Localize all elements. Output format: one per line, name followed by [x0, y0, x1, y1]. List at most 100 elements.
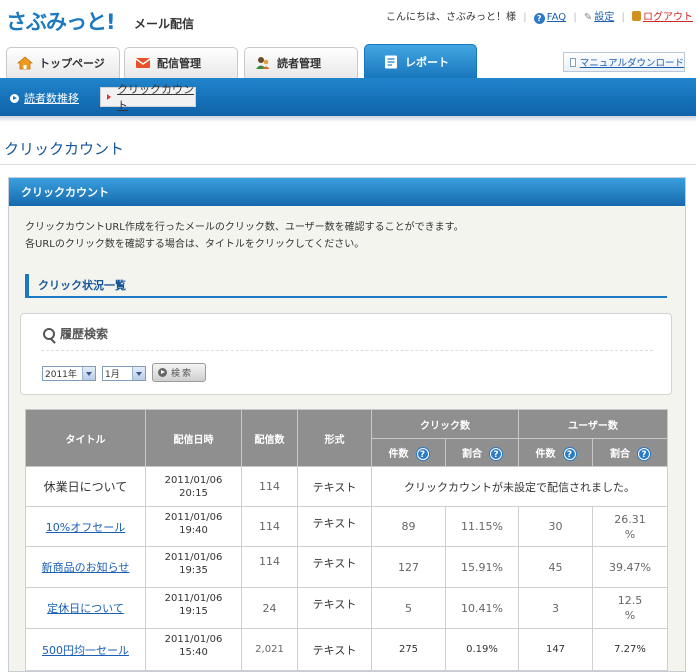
row-format: テキスト	[297, 506, 372, 547]
document-icon	[570, 57, 576, 67]
play-icon	[158, 368, 167, 377]
title-link[interactable]: 500円均一セール	[42, 644, 129, 657]
title-link[interactable]: 定休日について	[47, 602, 124, 615]
date-text: 2011/01/06	[164, 593, 223, 604]
search-button-label: 検索	[171, 369, 194, 379]
date-text: 2011/01/06	[164, 474, 223, 486]
row-count: 2,021	[241, 628, 298, 671]
row-date: 2011/01/06 19:35	[145, 546, 242, 588]
chevron-down-icon	[132, 367, 145, 380]
home-icon	[17, 56, 33, 70]
row-users: 3	[518, 587, 593, 629]
row-title: 10%オフセール	[25, 506, 146, 547]
month-value: 1月	[105, 370, 120, 380]
row-click-ratio: 15.91%	[445, 546, 519, 588]
row-count: 114	[241, 506, 298, 547]
time-text: 20:15	[179, 487, 208, 499]
table-row: 休業日について 2011/01/06 20:15 114 テキスト クリックカウン…	[25, 466, 668, 507]
help-icon[interactable]: ?	[416, 448, 429, 460]
wrench-icon: ✎	[583, 12, 593, 23]
help-icon[interactable]: ?	[563, 448, 576, 460]
header-label: 割合	[462, 449, 482, 460]
row-user-ratio: 26.31 %	[592, 506, 668, 547]
header-label: 件数	[388, 449, 409, 460]
row-count: 24	[241, 587, 298, 629]
col-header-click-ratio: 割合?	[445, 438, 519, 467]
col-header-title: タイトル	[25, 409, 146, 467]
history-search-box: 履歴検索 2011年 1月 検索	[20, 313, 672, 395]
search-button[interactable]: 検索	[152, 363, 206, 382]
tab-delivery[interactable]: 配信管理	[124, 47, 238, 78]
col-header-date: 配信日時	[145, 409, 242, 467]
row-format: テキスト	[297, 466, 372, 507]
row-date: 2011/01/06 20:15	[145, 466, 242, 507]
row-user-ratio: 39.47%	[592, 546, 668, 588]
settings-link[interactable]: 設定	[594, 12, 614, 23]
date-text: 2011/01/06	[164, 634, 223, 645]
title-link[interactable]: 10%オフセール	[46, 521, 125, 534]
logo[interactable]: さぶみっと!	[6, 6, 116, 36]
row-user-ratio: 7.27%	[592, 628, 668, 671]
time-text: 19:15	[179, 606, 208, 617]
page-title: クリックカウント	[4, 140, 125, 158]
arrow-right-icon	[107, 94, 111, 100]
main-tabs: トップページ 配信管理 読者管理 レポート マニュアルダウンロード	[0, 44, 696, 78]
row-title: 休業日について	[25, 466, 146, 507]
manual-download-label: マニュアルダウンロード	[579, 58, 684, 69]
logout-link[interactable]: ログアウト	[643, 12, 693, 23]
row-format: テキスト	[297, 587, 372, 629]
tab-label: 配信管理	[157, 57, 201, 70]
title-link[interactable]: 新商品のお知らせ	[42, 561, 130, 574]
click-report-table: タイトル 配信日時 配信数 形式 クリック数 ユーザー数 件数? 割合? 件数?…	[25, 409, 668, 671]
row-title: 500円均一セール	[25, 628, 146, 671]
col-header-clicks: クリック数	[371, 409, 519, 439]
subnav-label: 読者数推移	[24, 92, 79, 105]
row-click-ratio: 10.41%	[445, 587, 519, 629]
click-count-panel: クリックカウント クリックカウントURL作成を行ったメールのクリック数、ユーザー…	[8, 177, 686, 672]
row-clicks: 5	[371, 587, 446, 629]
tab-readers[interactable]: 読者管理	[244, 47, 358, 78]
section-title: クリック状況一覧	[25, 274, 667, 298]
help-icon: ?	[533, 13, 545, 24]
search-icon	[43, 327, 55, 340]
faq-link[interactable]: FAQ	[547, 12, 566, 23]
tab-label: レポート	[405, 55, 449, 69]
col-header-count: 配信数	[241, 409, 298, 467]
tab-top-page[interactable]: トップページ	[6, 47, 120, 78]
time-text: 15:40	[179, 647, 208, 658]
row-format: テキスト	[297, 546, 372, 588]
help-icon[interactable]: ?	[490, 448, 502, 460]
subnav-item-click-count[interactable]: クリックカウント	[100, 83, 196, 112]
subnav-shadow	[0, 116, 696, 122]
help-icon[interactable]: ?	[638, 448, 650, 460]
separator: |	[523, 12, 527, 23]
readers-icon	[256, 57, 270, 69]
row-click-ratio: 11.15%	[445, 506, 519, 547]
search-title-label: 履歴検索	[60, 327, 109, 341]
table-row: 定休日について 2011/01/06 19:15 24 テキスト 5 10.41%…	[25, 587, 668, 629]
time-text: 19:40	[179, 525, 208, 536]
row-title: 定休日について	[25, 587, 146, 629]
subnav-item-reader-trend[interactable]: 読者数推移	[10, 90, 79, 106]
manual-download-button[interactable]: マニュアルダウンロード	[563, 52, 685, 72]
row-count: 114	[241, 466, 298, 507]
month-select[interactable]: 1月	[102, 366, 146, 381]
row-clicks: 127	[371, 546, 446, 588]
description-line: 各URLのクリック数を確認する場合は、タイトルをクリックしてください。	[25, 239, 365, 250]
row-users: 147	[518, 628, 593, 671]
table-row: 500円均一セール 2011/01/06 15:40 2,021 テキスト 275…	[25, 628, 668, 671]
col-header-format: 形式	[297, 409, 372, 467]
row-clicks: 275	[371, 628, 446, 671]
header: さぶみっと! メール配信 こんにちは、さぶみっと！様 | ? FAQ | ✎ 設定 …	[0, 0, 696, 46]
panel-title: クリックカウント	[9, 178, 685, 206]
time-text: 19:35	[179, 565, 208, 576]
year-select[interactable]: 2011年	[42, 366, 96, 381]
panel-description: クリックカウントURL作成を行ったメールのクリック数、ユーザー数を確認することが…	[25, 219, 464, 253]
arrow-bullet-icon	[10, 93, 19, 103]
subnav-label: クリックカウント	[117, 83, 194, 112]
description-line: クリックカウントURL作成を行ったメールのクリック数、ユーザー数を確認することが…	[25, 222, 464, 233]
separator: |	[621, 12, 625, 23]
tab-report[interactable]: レポート	[364, 44, 477, 78]
row-count: 114	[241, 546, 298, 588]
date-text: 2011/01/06	[164, 552, 223, 563]
